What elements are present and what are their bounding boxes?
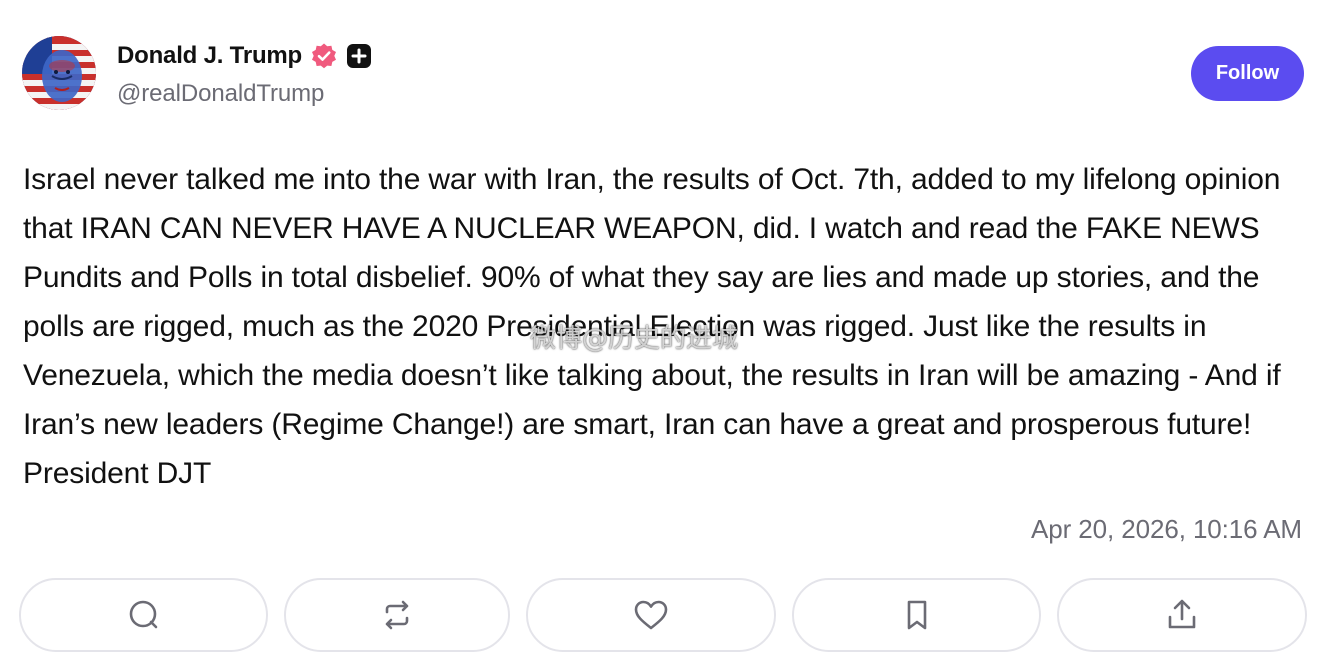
- like-button[interactable]: [526, 578, 776, 652]
- verified-badge-icon: [310, 42, 338, 70]
- follow-button[interactable]: Follow: [1191, 46, 1304, 101]
- repost-icon: [379, 597, 415, 633]
- post-card: Donald J. Trump @realDonaldTrump Follow …: [0, 0, 1320, 671]
- post-timestamp[interactable]: Apr 20, 2026, 10:16 AM: [1031, 514, 1302, 545]
- reply-button[interactable]: [19, 578, 268, 652]
- repost-button[interactable]: [284, 578, 510, 652]
- share-button[interactable]: [1057, 578, 1307, 652]
- author-name-row: Donald J. Trump: [117, 40, 372, 72]
- share-icon: [1164, 597, 1200, 633]
- bookmark-button[interactable]: [792, 578, 1041, 652]
- post-text: Israel never talked me into the war with…: [23, 163, 1281, 490]
- heart-icon: [632, 597, 670, 633]
- author-display-name[interactable]: Donald J. Trump: [117, 42, 302, 70]
- author-handle[interactable]: @realDonaldTrump: [117, 80, 324, 108]
- bookmark-icon: [899, 597, 935, 633]
- avatar-image: [22, 36, 96, 110]
- plus-badge-icon: [346, 43, 372, 69]
- avatar[interactable]: [22, 36, 96, 110]
- action-bar: [19, 578, 1307, 654]
- reply-icon: [126, 597, 162, 633]
